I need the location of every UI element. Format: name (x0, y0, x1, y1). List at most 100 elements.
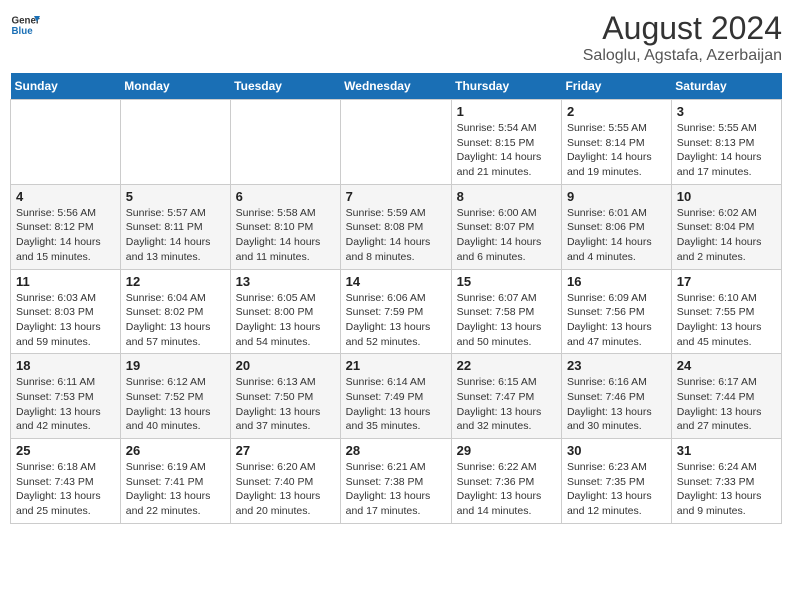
calendar-cell: 10 Sunrise: 6:02 AM Sunset: 8:04 PM Dayli… (671, 184, 781, 269)
day-number: 11 (16, 274, 115, 289)
calendar-cell: 26Sunrise: 6:19 AM Sunset: 7:41 PM Dayli… (120, 439, 230, 524)
calendar-cell: 3Sunrise: 5:55 AM Sunset: 8:13 PM Daylig… (671, 100, 781, 185)
day-detail: Sunrise: 6:09 AM Sunset: 7:56 PM Dayligh… (567, 291, 666, 350)
calendar-cell: 18 Sunrise: 6:11 AM Sunset: 7:53 PM Dayli… (11, 354, 121, 439)
day-number: 14 (346, 274, 446, 289)
day-number: 10 (677, 189, 776, 204)
day-detail: Sunrise: 6:03 AM Sunset: 8:03 PM Dayligh… (16, 291, 115, 350)
calendar-cell: 8 Sunrise: 6:00 AM Sunset: 8:07 PM Daylig… (451, 184, 561, 269)
day-detail: Sunrise: 6:16 AM Sunset: 7:46 PM Dayligh… (567, 375, 666, 434)
header-cell-monday: Monday (120, 73, 230, 100)
day-detail: Sunrise: 5:54 AM Sunset: 8:15 PM Dayligh… (457, 121, 556, 180)
day-detail: Sunrise: 5:58 AM Sunset: 8:10 PM Dayligh… (236, 206, 335, 265)
svg-text:Blue: Blue (12, 26, 34, 37)
subtitle: Saloglu, Agstafa, Azerbaijan (583, 47, 782, 65)
calendar-table: SundayMondayTuesdayWednesdayThursdayFrid… (10, 73, 782, 524)
calendar-cell: 24 Sunrise: 6:17 AM Sunset: 7:44 PM Dayli… (671, 354, 781, 439)
day-number: 15 (457, 274, 556, 289)
day-number: 21 (346, 358, 446, 373)
day-detail: Sunrise: 6:17 AM Sunset: 7:44 PM Dayligh… (677, 375, 776, 434)
day-detail: Sunrise: 6:21 AM Sunset: 7:38 PM Dayligh… (346, 460, 446, 519)
day-number: 30 (567, 443, 666, 458)
week-row-2: 4 Sunrise: 5:56 AM Sunset: 8:12 PM Daylig… (11, 184, 782, 269)
calendar-cell: 12 Sunrise: 6:04 AM Sunset: 8:02 PM Dayli… (120, 269, 230, 354)
header-cell-sunday: Sunday (11, 73, 121, 100)
day-detail: Sunrise: 6:11 AM Sunset: 7:53 PM Dayligh… (16, 375, 115, 434)
day-detail: Sunrise: 5:59 AM Sunset: 8:08 PM Dayligh… (346, 206, 446, 265)
calendar-cell: 17Sunrise: 6:10 AM Sunset: 7:55 PM Dayli… (671, 269, 781, 354)
week-row-4: 18 Sunrise: 6:11 AM Sunset: 7:53 PM Dayli… (11, 354, 782, 439)
day-detail: Sunrise: 6:19 AM Sunset: 7:41 PM Dayligh… (126, 460, 225, 519)
calendar-cell: 16 Sunrise: 6:09 AM Sunset: 7:56 PM Dayli… (561, 269, 671, 354)
week-row-3: 11 Sunrise: 6:03 AM Sunset: 8:03 PM Dayli… (11, 269, 782, 354)
day-detail: Sunrise: 6:01 AM Sunset: 8:06 PM Dayligh… (567, 206, 666, 265)
day-number: 27 (236, 443, 335, 458)
calendar-cell (230, 100, 340, 185)
header-cell-saturday: Saturday (671, 73, 781, 100)
day-detail: Sunrise: 6:15 AM Sunset: 7:47 PM Dayligh… (457, 375, 556, 434)
day-number: 29 (457, 443, 556, 458)
day-number: 8 (457, 189, 556, 204)
day-number: 6 (236, 189, 335, 204)
day-number: 1 (457, 104, 556, 119)
calendar-cell: 27 Sunrise: 6:20 AM Sunset: 7:40 PM Dayli… (230, 439, 340, 524)
calendar-cell: 4 Sunrise: 5:56 AM Sunset: 8:12 PM Daylig… (11, 184, 121, 269)
day-number: 16 (567, 274, 666, 289)
day-number: 20 (236, 358, 335, 373)
day-number: 23 (567, 358, 666, 373)
day-number: 22 (457, 358, 556, 373)
logo: General Blue (10, 10, 40, 40)
header-cell-friday: Friday (561, 73, 671, 100)
week-row-5: 25 Sunrise: 6:18 AM Sunset: 7:43 PM Dayli… (11, 439, 782, 524)
calendar-cell: 15 Sunrise: 6:07 AM Sunset: 7:58 PM Dayli… (451, 269, 561, 354)
day-detail: Sunrise: 6:14 AM Sunset: 7:49 PM Dayligh… (346, 375, 446, 434)
day-detail: Sunrise: 6:02 AM Sunset: 8:04 PM Dayligh… (677, 206, 776, 265)
calendar-cell: 25 Sunrise: 6:18 AM Sunset: 7:43 PM Dayli… (11, 439, 121, 524)
day-number: 4 (16, 189, 115, 204)
day-detail: Sunrise: 6:24 AM Sunset: 7:33 PM Dayligh… (677, 460, 776, 519)
calendar-cell: 13Sunrise: 6:05 AM Sunset: 8:00 PM Dayli… (230, 269, 340, 354)
day-detail: Sunrise: 5:55 AM Sunset: 8:14 PM Dayligh… (567, 121, 666, 180)
day-number: 18 (16, 358, 115, 373)
day-number: 24 (677, 358, 776, 373)
calendar-cell: 31Sunrise: 6:24 AM Sunset: 7:33 PM Dayli… (671, 439, 781, 524)
calendar-header: SundayMondayTuesdayWednesdayThursdayFrid… (11, 73, 782, 100)
calendar-cell: 23 Sunrise: 6:16 AM Sunset: 7:46 PM Dayli… (561, 354, 671, 439)
day-detail: Sunrise: 6:12 AM Sunset: 7:52 PM Dayligh… (126, 375, 225, 434)
logo-icon: General Blue (10, 10, 40, 40)
header-cell-wednesday: Wednesday (340, 73, 451, 100)
day-number: 17 (677, 274, 776, 289)
calendar-cell (340, 100, 451, 185)
calendar-cell: 20Sunrise: 6:13 AM Sunset: 7:50 PM Dayli… (230, 354, 340, 439)
week-row-1: 1 Sunrise: 5:54 AM Sunset: 8:15 PM Daylig… (11, 100, 782, 185)
calendar-cell (11, 100, 121, 185)
day-number: 12 (126, 274, 225, 289)
day-number: 2 (567, 104, 666, 119)
title-area: August 2024 Saloglu, Agstafa, Azerbaijan (583, 10, 782, 65)
day-detail: Sunrise: 6:04 AM Sunset: 8:02 PM Dayligh… (126, 291, 225, 350)
calendar-cell: 2 Sunrise: 5:55 AM Sunset: 8:14 PM Daylig… (561, 100, 671, 185)
day-detail: Sunrise: 6:20 AM Sunset: 7:40 PM Dayligh… (236, 460, 335, 519)
day-detail: Sunrise: 6:05 AM Sunset: 8:00 PM Dayligh… (236, 291, 335, 350)
day-number: 19 (126, 358, 225, 373)
day-number: 25 (16, 443, 115, 458)
day-detail: Sunrise: 5:56 AM Sunset: 8:12 PM Dayligh… (16, 206, 115, 265)
calendar-cell: 19 Sunrise: 6:12 AM Sunset: 7:52 PM Dayli… (120, 354, 230, 439)
day-detail: Sunrise: 6:18 AM Sunset: 7:43 PM Dayligh… (16, 460, 115, 519)
calendar-cell: 7 Sunrise: 5:59 AM Sunset: 8:08 PM Daylig… (340, 184, 451, 269)
main-title: August 2024 (583, 10, 782, 47)
calendar-cell: 30 Sunrise: 6:23 AM Sunset: 7:35 PM Dayli… (561, 439, 671, 524)
day-detail: Sunrise: 6:00 AM Sunset: 8:07 PM Dayligh… (457, 206, 556, 265)
calendar-cell: 6 Sunrise: 5:58 AM Sunset: 8:10 PM Daylig… (230, 184, 340, 269)
day-number: 7 (346, 189, 446, 204)
calendar-cell: 28Sunrise: 6:21 AM Sunset: 7:38 PM Dayli… (340, 439, 451, 524)
day-detail: Sunrise: 6:23 AM Sunset: 7:35 PM Dayligh… (567, 460, 666, 519)
day-number: 5 (126, 189, 225, 204)
calendar-cell: 21 Sunrise: 6:14 AM Sunset: 7:49 PM Dayli… (340, 354, 451, 439)
day-detail: Sunrise: 6:07 AM Sunset: 7:58 PM Dayligh… (457, 291, 556, 350)
day-number: 9 (567, 189, 666, 204)
header-cell-thursday: Thursday (451, 73, 561, 100)
calendar-cell: 11 Sunrise: 6:03 AM Sunset: 8:03 PM Dayli… (11, 269, 121, 354)
header-cell-tuesday: Tuesday (230, 73, 340, 100)
header: General Blue August 2024 Saloglu, Agstaf… (10, 10, 782, 65)
